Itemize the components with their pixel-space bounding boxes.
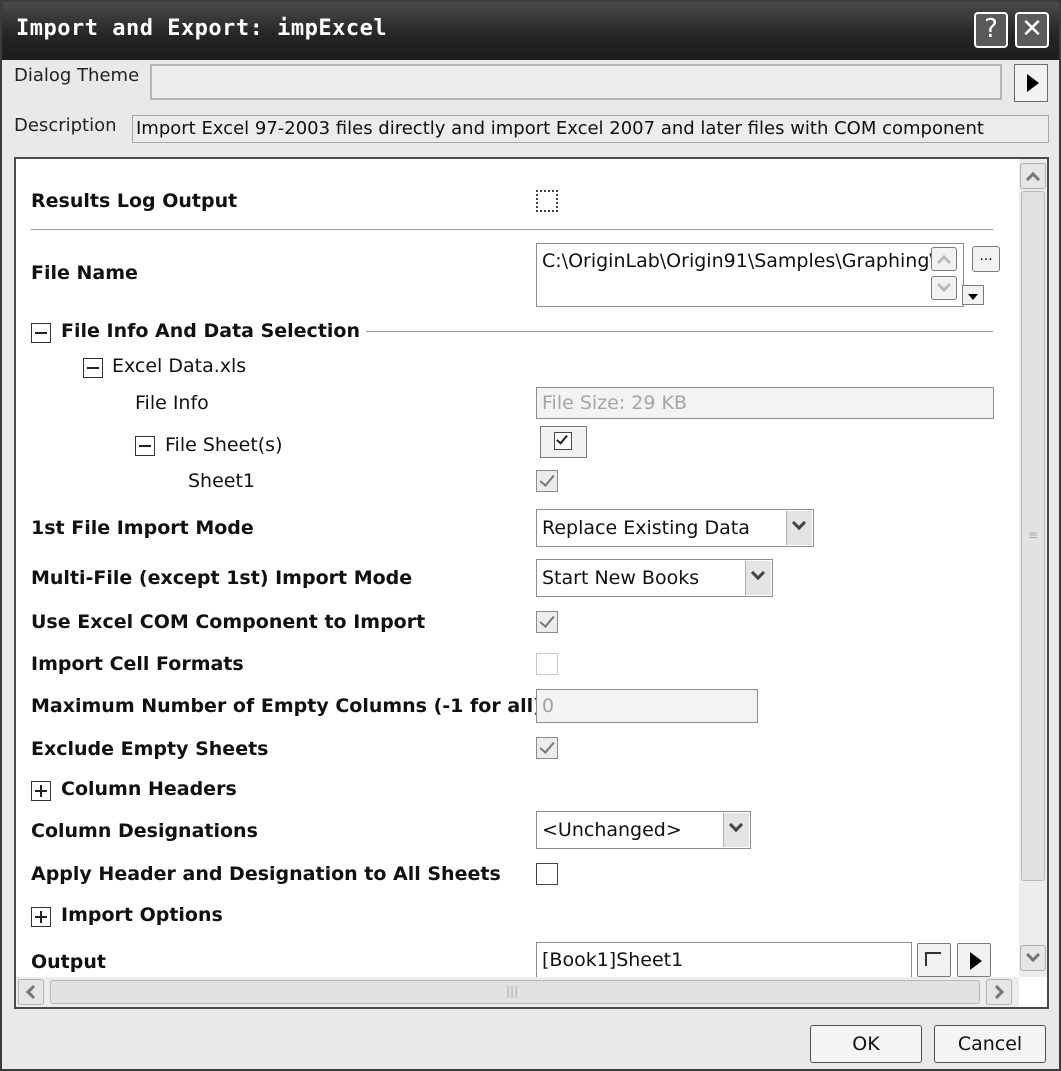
first-import-mode-select[interactable]: Replace Existing Data <box>536 509 814 547</box>
file-name-label: File Name <box>31 262 138 284</box>
grip-icon: ≡ <box>1028 528 1039 542</box>
chevron-up-icon <box>936 254 952 270</box>
results-log-label: Results Log Output <box>31 190 238 212</box>
file-history-button[interactable] <box>962 285 984 305</box>
expand-column-headers-icon[interactable] <box>31 781 51 801</box>
output-range-button[interactable] <box>917 943 951 977</box>
collapse-excel-file-icon[interactable] <box>83 358 103 378</box>
chevron-left-icon <box>25 984 41 1000</box>
chevron-right-icon <box>989 984 1005 1000</box>
collapse-file-sheets-icon[interactable] <box>135 436 155 456</box>
sheet1-checkbox[interactable] <box>536 470 558 492</box>
chevron-down-icon <box>936 277 952 293</box>
dropdown-button[interactable] <box>786 511 812 545</box>
vertical-scroll-thumb[interactable]: ≡ <box>1021 191 1045 881</box>
theme-menu-button[interactable] <box>1014 64 1048 102</box>
dropdown-button[interactable] <box>745 561 771 595</box>
settings-panel: Results Log Output File Name C:\OriginLa… <box>14 157 1049 1009</box>
use-com-label: Use Excel COM Component to Import <box>31 611 426 633</box>
column-designations-label: Column Designations <box>31 820 258 842</box>
browse-button[interactable]: ... <box>972 246 1000 272</box>
scroll-up-button[interactable] <box>931 247 957 271</box>
file-sheets-label: File Sheet(s) <box>165 434 283 456</box>
select-all-sheets-button[interactable] <box>540 426 587 458</box>
chevron-up-icon <box>1025 171 1041 187</box>
chevron-down-icon <box>791 515 807 531</box>
caret-down-icon <box>968 294 978 300</box>
column-designations-select[interactable]: <Unchanged> <box>536 811 751 849</box>
import-options-label: Import Options <box>61 904 223 926</box>
excel-file-label: Excel Data.xls <box>112 355 247 377</box>
help-button[interactable]: ? <box>974 12 1008 48</box>
arrow-right-icon <box>1027 74 1039 92</box>
chevron-down-icon <box>1025 947 1041 963</box>
results-log-checkbox[interactable] <box>536 190 558 212</box>
description-text: Import Excel 97-2003 files directly and … <box>132 115 1049 143</box>
first-import-mode-label: 1st File Import Mode <box>31 517 254 539</box>
scroll-down-button[interactable] <box>1020 945 1046 971</box>
horizontal-scroll-thumb[interactable]: ||| <box>50 980 980 1004</box>
file-info-section-label: File Info And Data Selection <box>61 320 360 342</box>
scroll-right-button[interactable] <box>986 979 1012 1005</box>
chevron-down-icon <box>750 565 766 581</box>
cancel-button[interactable]: Cancel <box>934 1025 1046 1063</box>
range-select-icon <box>925 952 941 966</box>
chevron-down-icon <box>728 817 744 833</box>
dialog-theme-combo[interactable] <box>150 64 1002 100</box>
expand-import-options-icon[interactable] <box>31 907 51 927</box>
first-import-mode-value: Replace Existing Data <box>542 517 750 539</box>
vertical-scrollbar[interactable]: ≡ <box>1019 159 1047 977</box>
column-headers-label: Column Headers <box>61 778 237 800</box>
file-info-field: File Size: 29 KB <box>536 387 994 419</box>
output-input[interactable]: [Book1]Sheet1 <box>536 942 912 978</box>
import-cell-formats-label: Import Cell Formats <box>31 653 244 675</box>
column-designations-value: <Unchanged> <box>542 819 682 841</box>
ok-button[interactable]: OK <box>810 1025 922 1063</box>
use-com-checkbox[interactable] <box>536 611 558 633</box>
apply-all-sheets-label: Apply Header and Designation to All Shee… <box>31 863 501 885</box>
horizontal-scrollbar[interactable]: ||| <box>16 977 1019 1007</box>
import-cell-formats-checkbox[interactable] <box>536 653 558 675</box>
checkbox-icon <box>554 432 572 450</box>
divider <box>31 229 993 230</box>
apply-all-sheets-checkbox[interactable] <box>536 863 558 885</box>
description-label: Description <box>14 115 117 136</box>
window-title: Import and Export: impExcel <box>16 16 388 41</box>
dialog-theme-label: Dialog Theme <box>14 65 140 86</box>
import-export-dialog: Import and Export: impExcel ? ✕ Dialog T… <box>0 0 1061 1071</box>
grip-icon: ||| <box>506 984 519 998</box>
multi-import-mode-select[interactable]: Start New Books <box>536 559 773 597</box>
file-info-label: File Info <box>135 392 209 414</box>
scroll-left-button[interactable] <box>18 979 44 1005</box>
exclude-empty-sheets-label: Exclude Empty Sheets <box>31 738 269 760</box>
file-name-value: C:\OriginLab\Origin91\Samples\Graphing\E <box>542 250 948 272</box>
max-empty-columns-input: 0 <box>536 689 758 723</box>
file-name-input[interactable]: C:\OriginLab\Origin91\Samples\Graphing\E <box>536 243 964 307</box>
divider <box>366 331 993 332</box>
dropdown-button[interactable] <box>723 813 749 847</box>
multi-import-mode-value: Start New Books <box>542 567 700 589</box>
sheet1-label: Sheet1 <box>188 470 256 492</box>
output-label: Output <box>31 951 106 973</box>
scroll-up-button[interactable] <box>1020 163 1046 189</box>
close-button[interactable]: ✕ <box>1015 12 1049 48</box>
title-bar: Import and Export: impExcel ? ✕ <box>2 2 1059 60</box>
max-empty-columns-label: Maximum Number of Empty Columns (-1 for … <box>31 695 542 717</box>
exclude-empty-sheets-checkbox[interactable] <box>536 737 558 759</box>
multi-import-mode-label: Multi-File (except 1st) Import Mode <box>31 567 413 589</box>
collapse-file-info-icon[interactable] <box>31 323 51 343</box>
scroll-down-button[interactable] <box>931 276 957 300</box>
arrow-right-icon <box>970 952 982 970</box>
output-menu-button[interactable] <box>957 943 991 977</box>
